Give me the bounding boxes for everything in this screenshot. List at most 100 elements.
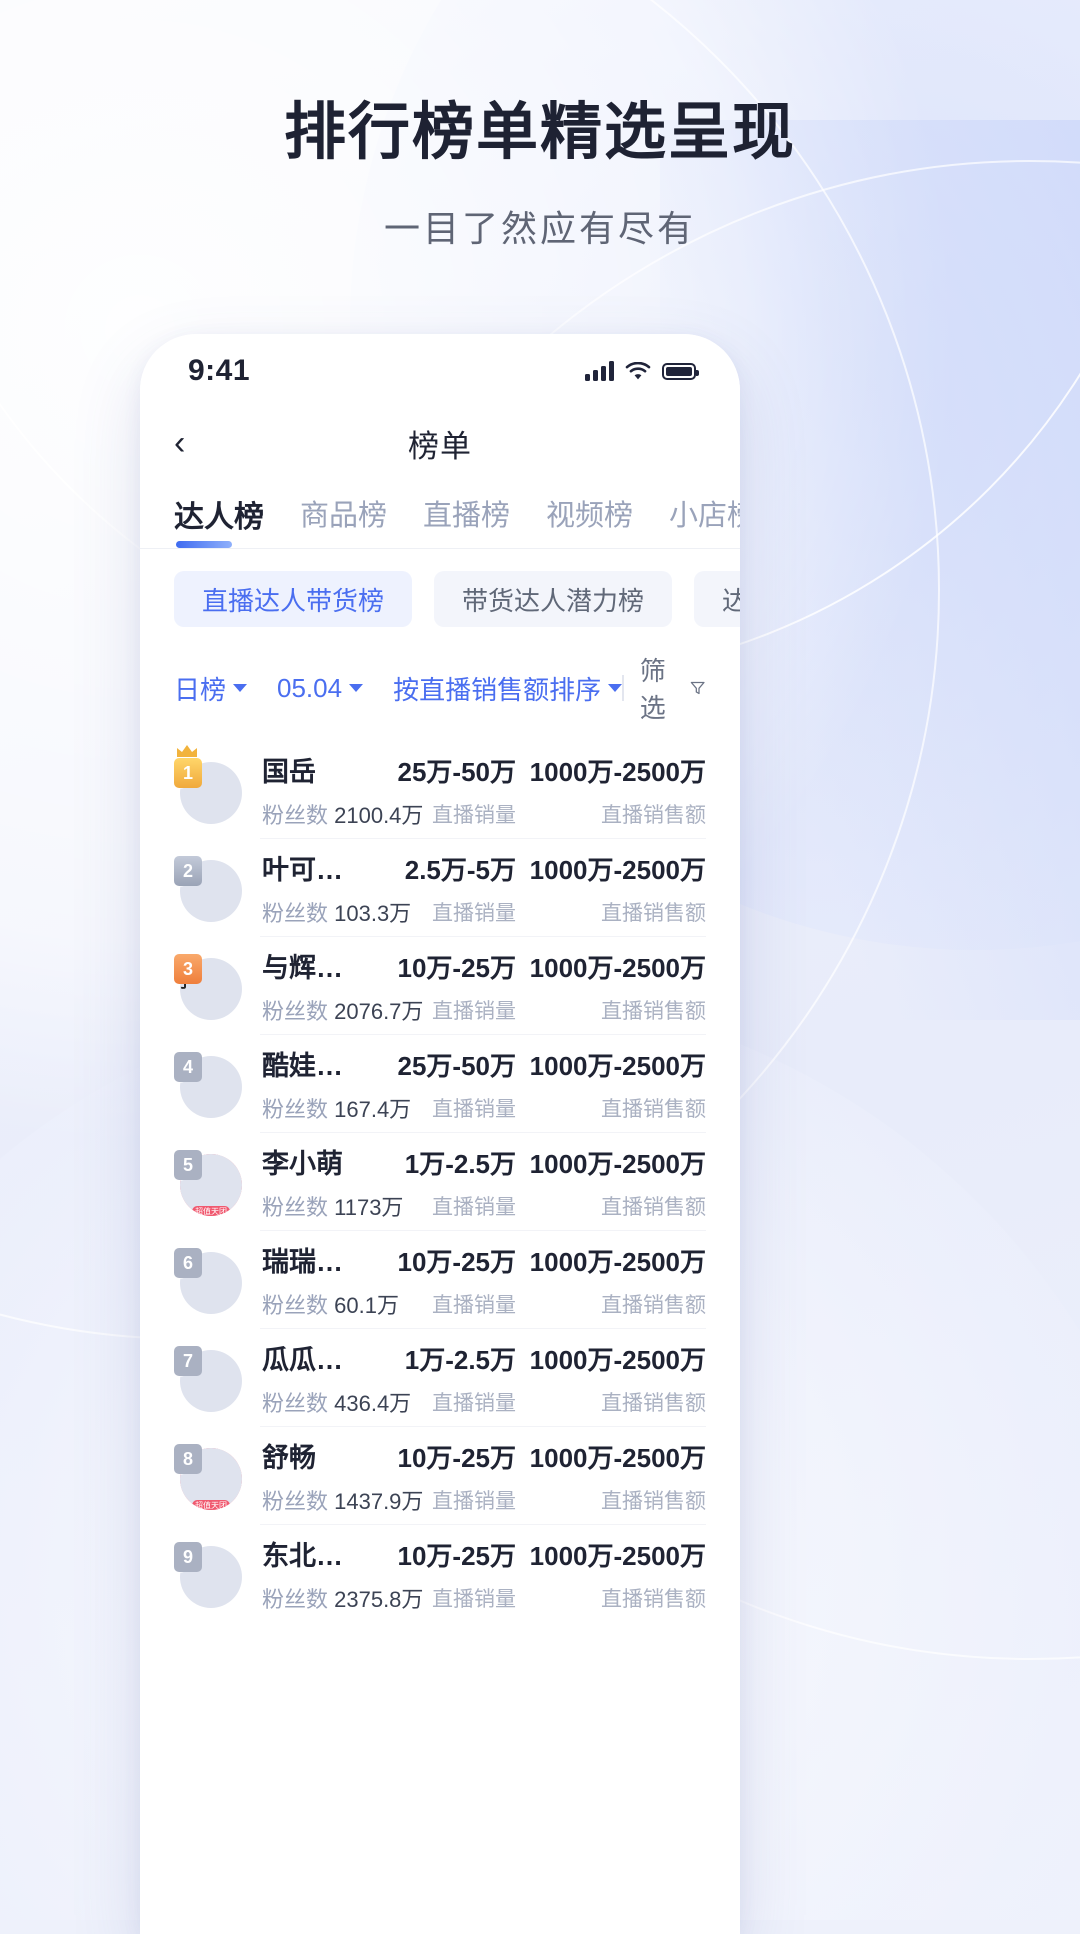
fans-count: 粉丝数 436.4万: [262, 1391, 412, 1416]
sales-amount-value: 1000万-2500万: [529, 756, 706, 787]
filter-sort-label: 按直播销售额排序: [393, 674, 602, 705]
sales-volume-cell: 10万-25万直播销量: [368, 1242, 517, 1319]
filter-sort[interactable]: 按直播销售额排序: [393, 670, 623, 707]
sales-volume-label: 直播销量: [432, 1489, 516, 1513]
rank-badge: 2: [174, 856, 202, 886]
sales-amount-label: 直播销售额: [601, 1097, 706, 1121]
sales-amount-cell: 1000万-2500万 直播销售额: [516, 1438, 706, 1515]
creator-name: 瑞瑞向前冲10号早…: [262, 1247, 358, 1277]
filter-screen-button[interactable]: 筛选: [640, 651, 706, 725]
rank-badge: 5: [174, 1150, 202, 1180]
ranking-row[interactable]: 9东北雨姐粉丝数 2375.8万10万-25万直播销量1000万-2500万直播…: [174, 1525, 706, 1623]
sales-volume-cell: 25万-50万直播销量: [368, 752, 517, 829]
sales-amount-label: 直播销售额: [601, 901, 706, 925]
chip-live-daren-daihuo[interactable]: 直播达人带货榜: [174, 571, 413, 627]
creator-name: 酷娃米大掌柜: [262, 1051, 358, 1081]
avatar: 超值天团 5: [174, 1148, 242, 1216]
sales-amount-cell: 1000万-2500万直播销售额: [516, 752, 706, 829]
sales-volume-value: 25万-50万: [397, 756, 517, 787]
sales-volume-cell: 10万-25万直播销量: [368, 948, 517, 1025]
rank-badge: 8: [174, 1444, 202, 1474]
ranking-row[interactable]: 超值天团 5 李小萌粉丝数 1173万 1万-2.5万 直播销量 1000万-2500万直…: [174, 1133, 706, 1231]
caret-down-icon: [233, 684, 248, 692]
sales-volume-label: 直播销量: [432, 999, 516, 1023]
rank-badge: 7: [174, 1346, 202, 1376]
filter-period[interactable]: 日榜: [174, 670, 248, 707]
sales-volume-label: 直播销量: [432, 901, 516, 925]
ranking-row[interactable]: 4酷娃米大掌柜粉丝数 167.4万25万-50万直播销量1000万-2500万直…: [174, 1035, 706, 1133]
avatar: 4: [174, 1050, 242, 1118]
ranking-row[interactable]: 1 国岳 粉丝数 2100.4万 25万-50万 直播销量 1000万-2500万 直播销售…: [174, 741, 706, 839]
creator-name: 舒畅: [262, 1443, 316, 1473]
sales-volume-label: 直播销量: [432, 1293, 516, 1317]
sales-amount-label: 直播销售额: [601, 1587, 706, 1611]
sales-amount-label: 直播销售额: [601, 1195, 706, 1219]
crown-icon: [177, 745, 197, 757]
ranking-row[interactable]: 超值天团 8 舒畅 粉丝数 1437.9万 10万-25万 直播销量 1000万-2500万…: [174, 1427, 706, 1525]
creator-name: 与辉同行: [262, 953, 358, 983]
creator-name: 瓜瓜厂长（营信工…: [262, 1345, 358, 1375]
tab-shipin[interactable]: 视频榜: [546, 492, 633, 546]
sales-volume-value: 10万-25万: [397, 1246, 517, 1277]
chip-daren-zhangfen[interactable]: 达人涨粉榜: [694, 571, 740, 627]
fans-count: 粉丝数 60.1万: [262, 1293, 399, 1318]
creator-name: 李小萌: [262, 1149, 343, 1179]
fans-count: 粉丝数 103.3万: [262, 901, 412, 926]
ranking-row[interactable]: 7瓜瓜厂长（营信工…粉丝数 436.4万1万-2.5万直播销量1000万-250…: [174, 1329, 706, 1427]
creator-name: 叶可可🐳10号下午…: [262, 855, 358, 885]
status-bar: 9:41: [140, 334, 740, 408]
rank-badge: 1: [174, 758, 202, 788]
creator-name: 东北雨姐: [262, 1541, 358, 1571]
tab-xiaodian[interactable]: 小店榜: [669, 492, 740, 546]
sales-volume-value: 2.5万-5万: [404, 854, 516, 885]
sales-volume-label: 直播销量: [432, 803, 516, 827]
chip-daihuo-qianli[interactable]: 带货达人潜力榜: [434, 571, 673, 627]
sales-volume-cell: 1万-2.5万 直播销量: [368, 1144, 516, 1221]
creator-name: 国岳: [262, 757, 316, 787]
caret-down-icon: [349, 684, 364, 692]
avatar: 6: [174, 1246, 242, 1314]
filter-divider: [622, 675, 624, 701]
sales-amount-label: 直播销售额: [601, 1489, 706, 1513]
fans-count: 粉丝数 2076.7万: [262, 999, 424, 1024]
tab-zhibo[interactable]: 直播榜: [423, 492, 510, 546]
ranking-list[interactable]: 1 国岳 粉丝数 2100.4万 25万-50万 直播销量 1000万-2500万 直播销售…: [140, 741, 740, 1934]
ranking-row[interactable]: 与辉同行3与辉同行粉丝数 2076.7万10万-25万直播销量1000万-250…: [174, 937, 706, 1035]
fans-count: 粉丝数 1173万: [262, 1195, 404, 1220]
sales-volume-label: 直播销量: [432, 1097, 516, 1121]
filter-date[interactable]: 05.04: [277, 673, 364, 704]
battery-icon: [662, 362, 699, 380]
sales-volume-value: 25万-50万: [397, 1050, 517, 1081]
tab-daren[interactable]: 达人榜: [174, 492, 264, 548]
avatar: 9: [174, 1540, 242, 1608]
fans-count: 粉丝数 2375.8万: [262, 1587, 424, 1612]
rank-badge: 3: [174, 954, 202, 984]
avatar: 1: [174, 745, 242, 824]
tab-shangpin[interactable]: 商品榜: [300, 492, 387, 546]
sales-amount-value: 1000万-2500万: [529, 1148, 706, 1179]
signal-bars-icon: [585, 361, 614, 381]
sales-amount-value: 1000万-2500万: [529, 952, 706, 983]
chip-row: 直播达人带货榜 带货达人潜力榜 达人涨粉榜: [140, 549, 740, 647]
sales-amount-cell: 1000万-2500万直播销售额: [516, 1046, 706, 1123]
sales-amount-value: 1000万-2500万: [529, 1246, 706, 1277]
avatar-badge: 超值天团: [192, 1206, 230, 1216]
ranking-row[interactable]: 6瑞瑞向前冲10号早…粉丝数 60.1万10万-25万直播销量1000万-250…: [174, 1231, 706, 1329]
fans-count: 粉丝数 1437.9万: [262, 1489, 424, 1514]
nav-bar: ‹ 榜单: [140, 408, 740, 478]
sales-volume-label: 直播销量: [432, 1391, 516, 1415]
sales-amount-value: 1000万-2500万: [529, 1050, 706, 1081]
fans-count: 粉丝数 2100.4万: [262, 803, 424, 828]
sales-amount-value: 1000万-2500万: [529, 1344, 706, 1375]
sales-volume-value: 10万-25万: [397, 952, 517, 983]
avatar: 超值天团 8: [174, 1442, 242, 1510]
sales-volume-value: 10万-25万: [397, 1540, 517, 1571]
page-title: 榜单: [408, 428, 472, 464]
status-time: 9:41: [188, 354, 251, 387]
sales-amount-value: 1000万-2500万: [529, 1540, 706, 1571]
avatar: 2: [174, 854, 242, 922]
sales-amount-label: 直播销售额: [601, 1391, 706, 1415]
ranking-row[interactable]: 2叶可可🐳10号下午…粉丝数 103.3万2.5万-5万直播销量1000万-25…: [174, 839, 706, 937]
sales-amount-label: 直播销售额: [601, 803, 706, 827]
page-subheadline: 一目了然应有尽有: [383, 208, 696, 249]
